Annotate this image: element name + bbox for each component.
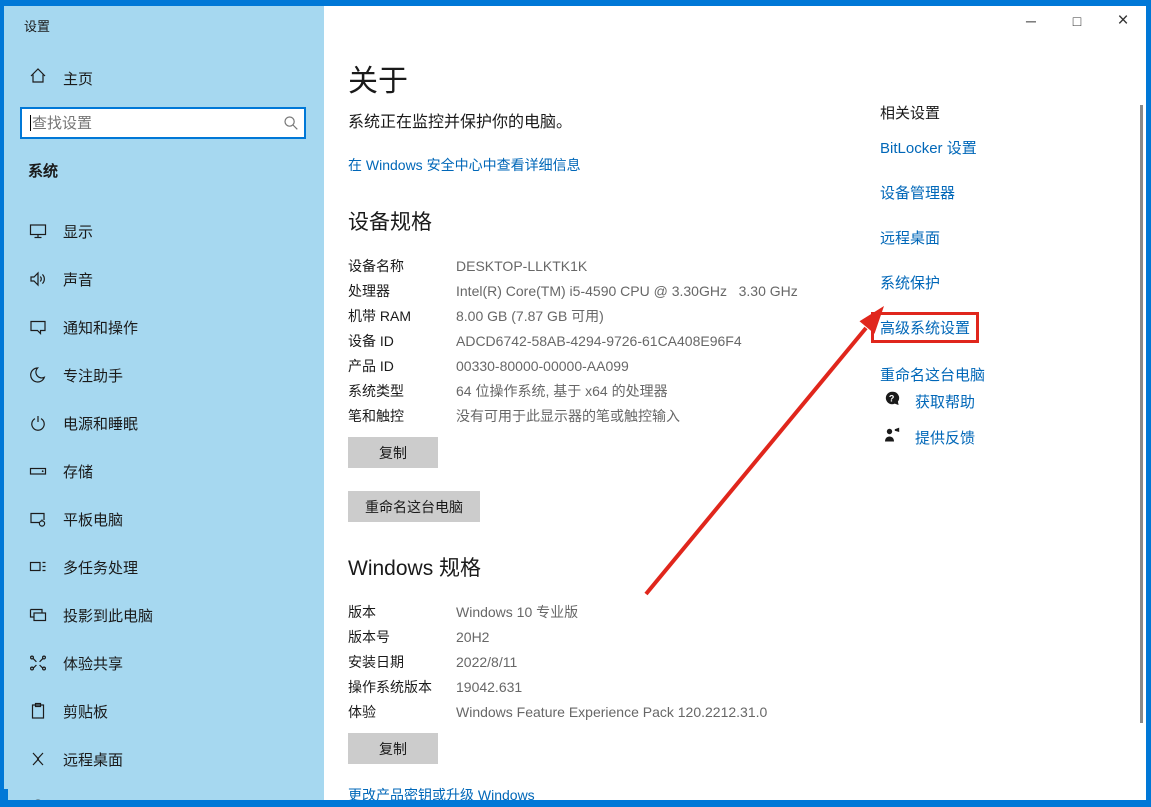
sidebar: 设置 主页 系统 显示 xyxy=(4,6,324,800)
sidebar-item-remote-desktop[interactable]: 远程桌面 xyxy=(4,735,324,783)
settings-window: 设置 主页 系统 显示 xyxy=(0,0,1151,807)
storage-icon xyxy=(28,461,48,481)
rename-pc-link[interactable]: 重命名这台电脑 xyxy=(880,364,1130,385)
sidebar-item-focus-assist[interactable]: 专注助手 xyxy=(4,351,324,399)
sidebar-section-header: 系统 xyxy=(28,160,58,181)
help-links: ? 获取帮助 提供反馈 xyxy=(882,389,975,461)
sidebar-item-tablet[interactable]: 平板电脑 xyxy=(4,495,324,543)
spec-row-os-build: 操作系统版本19042.631 xyxy=(348,674,868,699)
spec-row-product-id: 产品 ID00330-80000-00000-AA099 xyxy=(348,353,868,378)
sidebar-item-clipboard[interactable]: 剪贴板 xyxy=(4,687,324,735)
sidebar-item-shared-experiences[interactable]: 体验共享 xyxy=(4,639,324,687)
get-help-icon: ? xyxy=(882,389,902,414)
share-icon xyxy=(28,653,48,673)
window-controls: ─ □ × xyxy=(1008,6,1146,36)
search-icon[interactable] xyxy=(278,114,304,132)
spec-row-processor: 处理器Intel(R) Core(TM) i5-4590 CPU @ 3.30G… xyxy=(348,278,868,303)
spec-row-system-type: 系统类型64 位操作系统, 基于 x64 的处理器 xyxy=(348,378,868,403)
home-label: 主页 xyxy=(63,68,93,89)
vertical-scrollbar[interactable] xyxy=(1140,105,1143,723)
svg-text:?: ? xyxy=(889,393,895,403)
main-content: ─ □ × 关于 系统正在监控并保护你的电脑。 在 Windows 安全中心中查… xyxy=(324,6,1146,800)
tablet-icon xyxy=(28,509,48,529)
sidebar-item-multitasking[interactable]: 多任务处理 xyxy=(4,543,324,591)
remote-desktop-icon xyxy=(28,749,48,769)
remote-desktop-link[interactable]: 远程桌面 xyxy=(880,227,1130,248)
window-title: 设置 xyxy=(24,16,50,35)
project-icon xyxy=(28,605,48,625)
give-feedback-link[interactable]: 提供反馈 xyxy=(882,425,975,450)
feedback-icon xyxy=(882,425,902,450)
spec-row-edition: 版本Windows 10 专业版 xyxy=(348,599,868,624)
close-button[interactable]: × xyxy=(1100,6,1146,36)
multitask-icon xyxy=(28,557,48,577)
device-spec-table: 设备名称DESKTOP-LLKTK1K 处理器Intel(R) Core(TM)… xyxy=(348,253,868,428)
minimize-button[interactable]: ─ xyxy=(1008,6,1054,36)
home-icon xyxy=(28,66,48,90)
device-manager-link[interactable]: 设备管理器 xyxy=(880,182,1130,203)
spec-row-ram: 机带 RAM8.00 GB (7.87 GB 可用) xyxy=(348,303,868,328)
device-spec-title: 设备规格 xyxy=(348,206,432,236)
search-input[interactable] xyxy=(31,115,278,132)
get-help-link[interactable]: ? 获取帮助 xyxy=(882,389,975,414)
sidebar-item-home[interactable]: 主页 xyxy=(28,66,93,90)
page-title: 关于 xyxy=(348,56,408,100)
power-icon xyxy=(28,413,48,433)
info-icon xyxy=(28,797,48,800)
spec-row-device-id: 设备 IDADCD6742-58AB-4294-9726-61CA408E96F… xyxy=(348,328,868,353)
intro-text: 系统正在监控并保护你的电脑。 xyxy=(348,108,572,132)
notification-icon xyxy=(28,317,48,337)
spec-row-device-name: 设备名称DESKTOP-LLKTK1K xyxy=(348,253,868,278)
bitlocker-link[interactable]: BitLocker 设置 xyxy=(880,137,1130,158)
sidebar-nav: 显示 声音 通知和操作 专注助手 电源和睡眠 xyxy=(4,207,324,800)
spec-row-pen-touch: 笔和触控没有可用于此显示器的笔或触控输入 xyxy=(348,403,868,428)
copy-windows-spec-button[interactable]: 复制 xyxy=(348,733,438,764)
windows-spec-title: Windows 规格 xyxy=(348,552,481,582)
sidebar-item-projecting[interactable]: 投影到此电脑 xyxy=(4,591,324,639)
moon-icon xyxy=(28,365,48,385)
copy-device-spec-button[interactable]: 复制 xyxy=(348,437,438,468)
sidebar-item-notifications[interactable]: 通知和操作 xyxy=(4,303,324,351)
sidebar-item-storage[interactable]: 存储 xyxy=(4,447,324,495)
system-protection-link[interactable]: 系统保护 xyxy=(880,272,1130,293)
related-settings: 相关设置 BitLocker 设置 设备管理器 远程桌面 系统保护 高级系统设置… xyxy=(880,102,1130,409)
sidebar-item-sound[interactable]: 声音 xyxy=(4,255,324,303)
rename-pc-button[interactable]: 重命名这台电脑 xyxy=(348,491,480,522)
windows-spec-table: 版本Windows 10 专业版 版本号20H2 安装日期2022/8/11 操… xyxy=(348,599,868,724)
search-box[interactable] xyxy=(20,107,306,139)
sidebar-item-about[interactable]: 关于 xyxy=(4,783,324,800)
spec-row-install-date: 安装日期2022/8/11 xyxy=(348,649,868,674)
sidebar-item-power-sleep[interactable]: 电源和睡眠 xyxy=(4,399,324,447)
advanced-system-settings-link[interactable]: 高级系统设置 xyxy=(880,317,970,338)
spec-row-version: 版本号20H2 xyxy=(348,624,868,649)
security-center-link[interactable]: 在 Windows 安全中心中查看详细信息 xyxy=(348,155,581,175)
clipboard-icon xyxy=(28,701,48,721)
speaker-icon xyxy=(28,269,48,289)
change-product-key-link[interactable]: 更改产品密钥或升级 Windows xyxy=(348,785,535,800)
sidebar-item-display[interactable]: 显示 xyxy=(4,207,324,255)
related-settings-title: 相关设置 xyxy=(880,102,1130,123)
red-highlight-box: 高级系统设置 xyxy=(871,312,979,343)
display-icon xyxy=(28,221,48,241)
maximize-button[interactable]: □ xyxy=(1054,6,1100,36)
spec-row-experience: 体验Windows Feature Experience Pack 120.22… xyxy=(348,699,868,724)
